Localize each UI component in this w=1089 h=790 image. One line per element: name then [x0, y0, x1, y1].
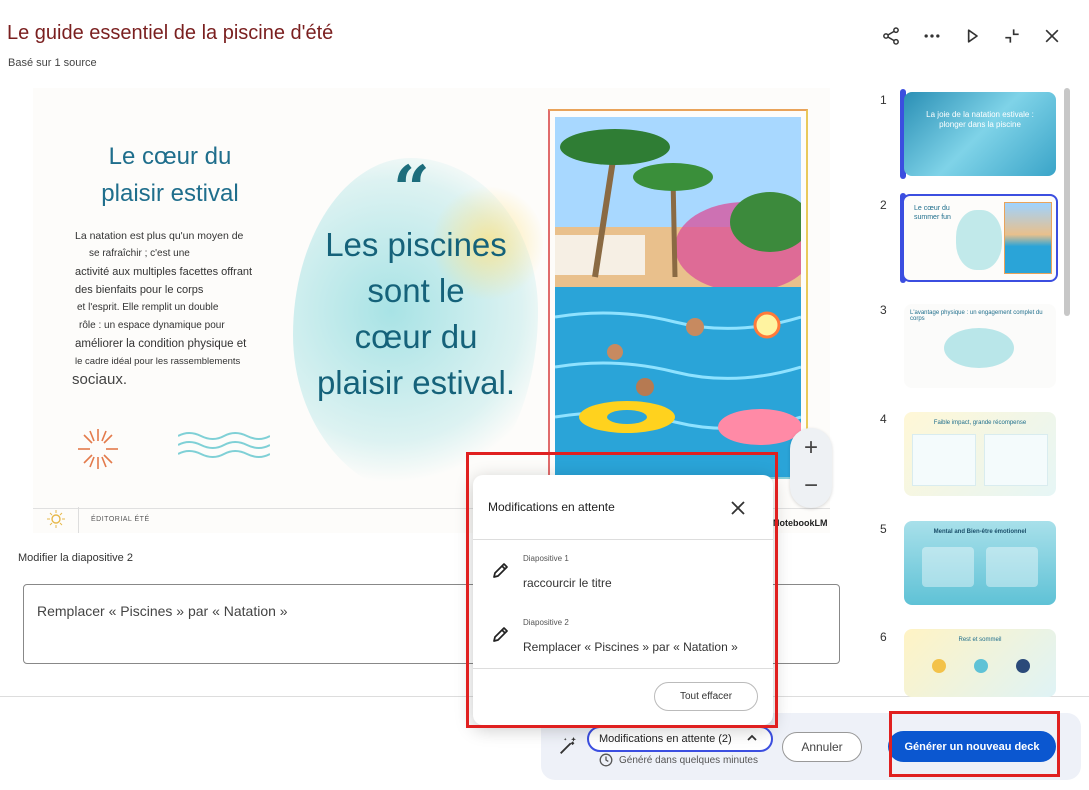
thumbnail-title: Rest et sommeil: [958, 637, 1002, 643]
slide-thumbnail-3[interactable]: L'avantage physique : un engagement comp…: [904, 304, 1056, 388]
footer-separator: [78, 507, 79, 533]
chevron-up-icon: [746, 732, 758, 747]
close-icon: [1045, 29, 1059, 43]
body-line: le cadre idéal pour les rassemblements: [75, 356, 241, 367]
body-line: rôle : un espace dynamique pour: [79, 320, 225, 331]
thumbnail-title: Le cœur du summer fun: [914, 205, 951, 221]
body-line: se rafraîchir ; c'est une: [89, 248, 190, 259]
thumbnail-number: 5: [880, 522, 887, 536]
page-title: Le guide essentiel de la piscine d'été: [7, 22, 334, 44]
quote-line: plaisir estival.: [316, 364, 516, 401]
edit-slide-label: Modifier la diapositive 2: [18, 552, 133, 564]
thumbnail-number: 3: [880, 303, 887, 317]
body-line: activité aux multiples facettes offrant: [75, 266, 253, 278]
slide-body: La natation est plus qu'un moyen de se r…: [72, 227, 271, 389]
share-button[interactable]: [877, 22, 905, 50]
body-line: sociaux.: [72, 371, 128, 388]
share-icon: [883, 27, 899, 45]
annotation-highlight: [466, 452, 778, 728]
source-count: Basé sur 1 source: [8, 57, 97, 69]
zoom-out-button[interactable]: −: [790, 466, 832, 506]
more-options-button[interactable]: [918, 22, 946, 50]
pool-party-photo: [555, 117, 801, 477]
pending-changes-toggle[interactable]: Modifications en attente (2): [587, 726, 773, 752]
slide-heading-line: Le cœur du: [108, 143, 232, 170]
thumbnail-number: 1: [880, 93, 887, 107]
generation-status: Généré dans quelques minutes: [599, 753, 758, 767]
annotation-highlight: [889, 711, 1060, 777]
collapse-button[interactable]: [998, 22, 1026, 50]
slide-footer-label: ÉDITORIAL ÉTÉ: [91, 516, 150, 523]
thumbnail-title: Faible impact, grande récompense: [933, 420, 1027, 426]
magic-pen-icon[interactable]: [557, 735, 579, 762]
body-line: La natation est plus qu'un moyen de: [75, 230, 244, 242]
thumbnail-scrollbar[interactable]: [1064, 88, 1070, 316]
body-line: des bienfaits pour le corps: [75, 284, 204, 296]
clock-icon: [599, 753, 613, 767]
thumbnail-title: L'avantage physique : un engagement comp…: [910, 310, 1043, 322]
thumbnail-number: 6: [880, 630, 887, 644]
pending-changes-label: Modifications en attente (2): [599, 733, 732, 745]
present-button[interactable]: [958, 22, 986, 50]
cancel-button[interactable]: Annuler: [782, 732, 862, 762]
thumbnail-title: Mental and Bien-être émotionnel: [933, 529, 1027, 535]
sun-logo-icon: [47, 510, 65, 533]
thumbnail-number: 4: [880, 412, 887, 426]
generation-status-text: Généré dans quelques minutes: [619, 754, 758, 766]
quote-line: Les piscines: [325, 226, 507, 263]
body-line: améliorer la condition physique et: [75, 338, 247, 350]
slide-thumbnail-1[interactable]: La joie de la natation estivale : plonge…: [904, 92, 1056, 176]
more-icon: [924, 34, 940, 38]
slide-thumbnail-5[interactable]: Mental and Bien-être émotionnel: [904, 521, 1056, 605]
body-line: et l'esprit. Elle remplit un double: [77, 302, 219, 313]
slide-heading: Le cœur du plaisir estival: [85, 138, 255, 212]
quote-mark-icon: “: [393, 152, 430, 227]
slide-heading-line: plaisir estival: [101, 180, 239, 207]
quote-line: sont le: [367, 272, 465, 309]
waves-icon: [177, 430, 271, 465]
notebooklm-watermark: NotebookLM: [773, 518, 828, 528]
play-icon: [967, 29, 978, 43]
collapse-icon: [1005, 29, 1019, 43]
zoom-control: + −: [790, 428, 832, 508]
close-button[interactable]: [1038, 22, 1066, 50]
zoom-in-button[interactable]: +: [790, 428, 832, 468]
thumbnail-number: 2: [880, 198, 887, 212]
thumbnail-title: La joie de la natation estivale : plonge…: [926, 110, 1034, 129]
slide-quote: Les piscines sont le cœur du plaisir est…: [301, 222, 531, 406]
slide-thumbnail-4[interactable]: Faible impact, grande récompense: [904, 412, 1056, 496]
slide-thumbnail-2[interactable]: Le cœur du summer fun: [902, 194, 1058, 282]
sun-burst-icon: [75, 426, 121, 477]
quote-line: cœur du: [354, 318, 478, 355]
slide-thumbnail-6[interactable]: Rest et sommeil: [904, 629, 1056, 697]
